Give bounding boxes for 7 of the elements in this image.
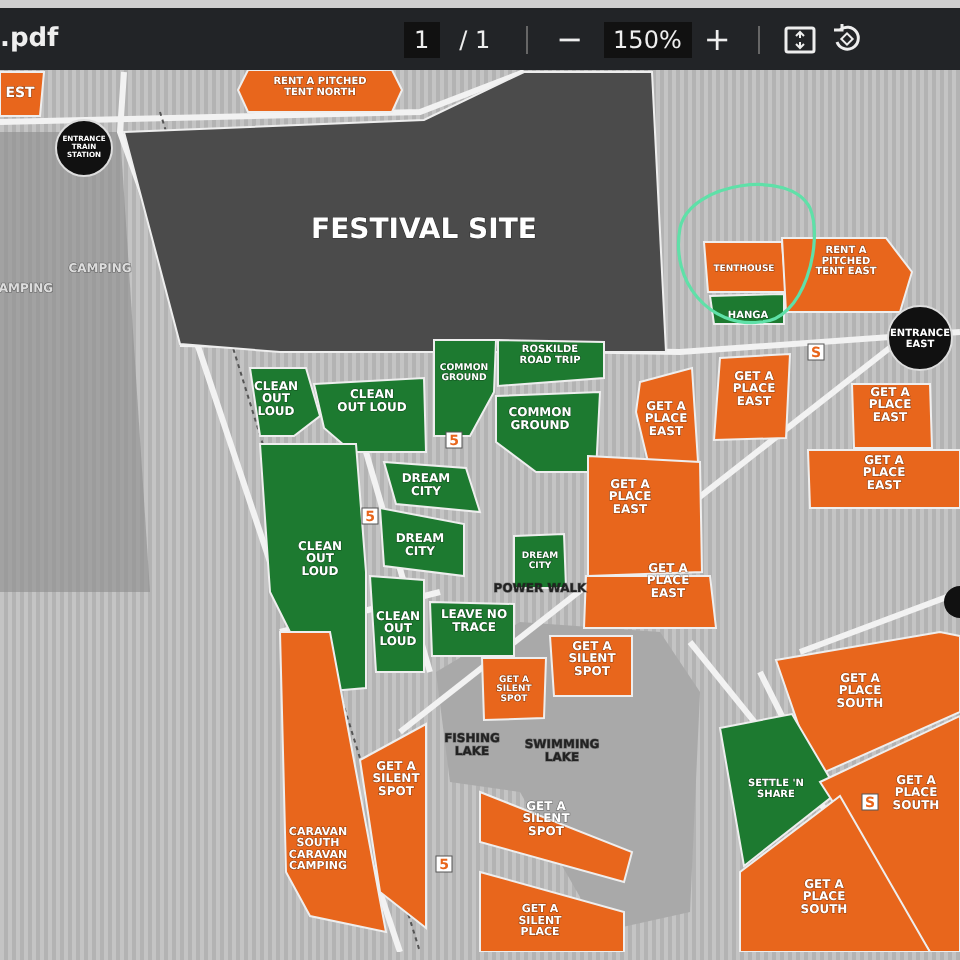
area-label: FESTIVAL SITE <box>311 213 537 246</box>
file-name: .pdf <box>0 24 61 55</box>
zoom-field[interactable]: 150% <box>603 21 692 58</box>
zoom-out-button[interactable]: − <box>544 20 596 59</box>
page-total: / 1 <box>459 25 491 54</box>
zoom-in-button[interactable]: + <box>691 20 743 59</box>
page-field[interactable]: 1 <box>404 21 440 58</box>
